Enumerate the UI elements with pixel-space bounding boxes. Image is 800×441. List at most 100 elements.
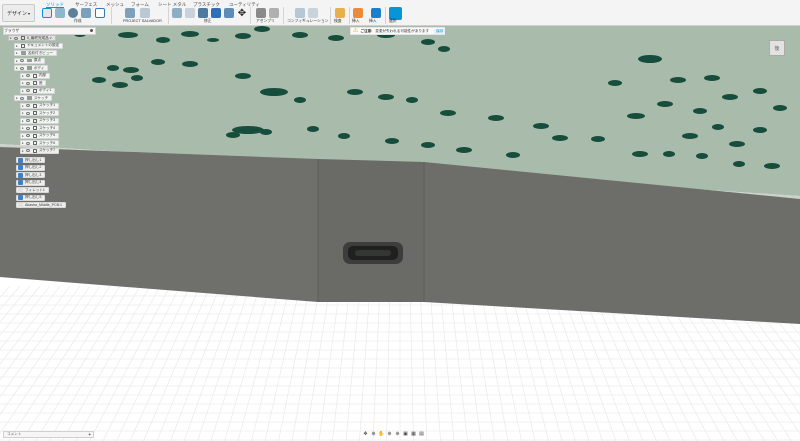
combine-icon[interactable]	[224, 8, 234, 18]
configure-group-label[interactable]: コンフィギュレーション	[287, 19, 328, 24]
select-group-label[interactable]: 選択	[389, 19, 397, 24]
3d-viewport[interactable]: ⚠ ご注意: 変更が失われる可能性があります 保存 後 ブラウザ ▸ 0_最終完成…	[0, 26, 800, 441]
timeline-feature-item[interactable]: Akasha_Middle_PCB:1	[16, 202, 66, 208]
box-icon[interactable]	[95, 8, 105, 18]
expand-triangle-icon[interactable]: ▸	[22, 111, 24, 115]
visibility-eye-icon[interactable]	[25, 134, 30, 137]
tree-node[interactable]: ▸ スケッチ5	[20, 132, 60, 139]
expand-triangle-icon[interactable]: ▸	[22, 134, 24, 138]
look-at-icon[interactable]: ⊕	[370, 431, 377, 437]
pan-icon[interactable]: ✋	[378, 431, 385, 437]
tab-utilities[interactable]: ユーティリティ	[229, 1, 260, 8]
expand-triangle-icon[interactable]: ▸	[16, 51, 18, 55]
browser-panel-header[interactable]: ブラウザ	[3, 27, 96, 35]
revolve-icon[interactable]	[68, 8, 78, 18]
tree-node[interactable]: ▸ スケッチ2	[20, 110, 60, 116]
insert-group-label-2[interactable]: 挿入	[369, 19, 377, 24]
press-pull-icon[interactable]	[172, 8, 182, 18]
visibility-eye-icon[interactable]	[25, 141, 30, 145]
add-comment-button[interactable]: +	[88, 432, 91, 438]
timeline-feature-item[interactable]: 押し出し5	[16, 194, 46, 201]
fillet-icon[interactable]	[185, 8, 195, 18]
create-group-label[interactable]: 作成	[74, 19, 82, 24]
expand-triangle-icon[interactable]: ▸	[16, 96, 18, 100]
visibility-eye-icon[interactable]	[13, 36, 18, 40]
expand-triangle-icon[interactable]: ▸	[22, 119, 24, 123]
tree-node[interactable]: ▸ 底	[20, 80, 47, 86]
visibility-eye-icon[interactable]	[25, 89, 30, 92]
visibility-eye-icon[interactable]	[25, 119, 30, 122]
pin-icon[interactable]	[90, 29, 93, 32]
tree-root-component[interactable]: ▸ 0_最終完成品 v	[8, 35, 56, 41]
joint-icon[interactable]	[256, 8, 266, 18]
inspect-group-label[interactable]: 検査	[334, 19, 342, 24]
new-sketch-icon[interactable]	[42, 8, 52, 18]
visibility-eye-icon[interactable]	[25, 126, 30, 130]
tab-plastic[interactable]: プラスチック	[193, 1, 220, 8]
tab-form[interactable]: フォーム	[131, 1, 149, 8]
expand-triangle-icon[interactable]: ▸	[16, 44, 18, 48]
tree-node[interactable]: ▸ スケッチ7	[20, 147, 60, 154]
zoom-icon[interactable]: ⊕	[386, 431, 393, 437]
expand-triangle-icon[interactable]: ▸	[22, 104, 24, 108]
insert-icon[interactable]	[353, 8, 363, 18]
insert-group-label[interactable]: 挿入	[352, 19, 360, 24]
shell-icon[interactable]	[211, 8, 221, 18]
tree-node[interactable]: ▸ スケッチ6	[20, 140, 60, 146]
modify-group-label[interactable]: 修正	[204, 19, 212, 24]
tree-node[interactable]: ▸ ボディ	[14, 65, 49, 71]
visibility-eye-icon[interactable]	[25, 74, 30, 77]
tree-node[interactable]: ▸ スケッチ4	[20, 125, 60, 131]
decal-icon[interactable]	[371, 8, 381, 18]
table-icon[interactable]	[308, 8, 318, 18]
tree-node[interactable]: ▸ スケッチ	[14, 95, 53, 101]
tree-node[interactable]: ▸ ドキュメントの設定	[14, 42, 64, 49]
fit-icon[interactable]: ⊕	[394, 431, 401, 437]
assemble-group-label[interactable]: アセンブリ	[256, 19, 275, 24]
tree-node[interactable]: ▸ ボディ1	[20, 87, 56, 94]
expand-triangle-icon[interactable]: ▸	[22, 74, 24, 78]
visibility-eye-icon[interactable]	[19, 66, 24, 70]
timeline-feature-item[interactable]: 押し出し1	[16, 157, 46, 163]
addin-group-label[interactable]: PROJECT SALVADOR	[123, 19, 162, 23]
expand-triangle-icon[interactable]: ▸	[22, 141, 24, 145]
expand-triangle-icon[interactable]: ▸	[22, 126, 24, 130]
expand-triangle-icon[interactable]: ▸	[16, 66, 18, 70]
tab-mesh[interactable]: メッシュ	[106, 1, 124, 8]
timeline-feature-item[interactable]: フィレット1	[16, 187, 49, 193]
visibility-eye-icon[interactable]	[25, 104, 30, 107]
tree-node[interactable]: ▸ 内部	[20, 72, 50, 79]
timeline-feature-item[interactable]: 押し出し2	[16, 164, 46, 171]
configure-icon[interactable]	[295, 8, 305, 18]
tree-node[interactable]: ▸ 原点	[14, 57, 45, 64]
expand-triangle-icon[interactable]: ▸	[10, 36, 12, 40]
save-link[interactable]: 保存	[434, 28, 446, 34]
chamfer-icon[interactable]	[198, 8, 208, 18]
tree-node[interactable]: ▸ スケッチ1	[20, 102, 60, 109]
tab-solid[interactable]: ソリッド	[46, 1, 64, 8]
visibility-eye-icon[interactable]	[25, 111, 30, 115]
expand-triangle-icon[interactable]: ▸	[16, 59, 18, 63]
visibility-eye-icon[interactable]	[19, 96, 24, 100]
extrude-icon[interactable]	[55, 8, 65, 18]
move-icon[interactable]: ✥	[237, 9, 247, 19]
timeline-feature-item[interactable]: 押し出し3	[16, 172, 46, 178]
hole-icon[interactable]	[81, 8, 91, 18]
grid-settings-icon[interactable]: ▦	[410, 431, 417, 437]
expand-triangle-icon[interactable]: ▸	[22, 89, 24, 93]
orbit-icon[interactable]: ✥	[362, 431, 369, 437]
expand-triangle-icon[interactable]: ▸	[22, 81, 24, 85]
timeline-feature-item[interactable]: 押し出し4	[16, 179, 46, 186]
tab-sheet-metal[interactable]: シート メタル	[158, 1, 186, 8]
visibility-eye-icon[interactable]	[25, 149, 30, 152]
display-settings-icon[interactable]: ▣	[402, 431, 409, 437]
component-icon[interactable]	[269, 8, 279, 18]
tree-node[interactable]: ▸ 名前付きビュー	[14, 50, 57, 56]
expand-triangle-icon[interactable]: ▸	[22, 149, 24, 153]
measure-icon[interactable]	[335, 8, 345, 18]
tree-node[interactable]: ▸ スケッチ3	[20, 117, 60, 124]
sparkle-icon[interactable]	[140, 8, 150, 18]
addin-icon[interactable]	[125, 8, 135, 18]
visibility-eye-icon[interactable]	[25, 81, 30, 85]
visibility-eye-icon[interactable]	[19, 59, 24, 62]
